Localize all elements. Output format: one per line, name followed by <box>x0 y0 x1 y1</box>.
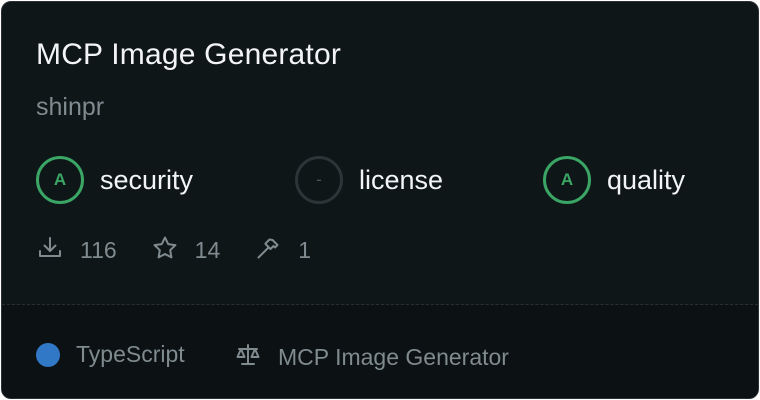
downloads-stat: 116 <box>36 234 117 267</box>
downloads-count: 116 <box>80 236 117 263</box>
stats-row: 116 14 1 <box>36 234 345 266</box>
license-grade-label: license <box>359 164 444 195</box>
download-icon <box>36 234 64 267</box>
quality-grade-badge: A <box>543 156 591 204</box>
stars-count: 14 <box>194 236 221 263</box>
server-card[interactable]: MCP Image Generator shinpr A security - … <box>1 1 759 399</box>
star-icon <box>151 234 179 267</box>
tools-stat: 1 <box>254 234 311 267</box>
license-grade-badge: - <box>295 156 343 204</box>
language-info: TypeScript <box>36 341 185 368</box>
language-label: TypeScript <box>76 341 185 367</box>
hammer-icon <box>254 234 282 267</box>
quality-grade-label: quality <box>607 164 686 195</box>
server-title[interactable]: MCP Image Generator <box>36 38 341 72</box>
scale-icon <box>234 341 262 374</box>
quality-grade: A quality <box>543 156 685 204</box>
language-color-dot <box>36 342 60 367</box>
license-label: MCP Image Generator <box>278 344 509 370</box>
stars-stat: 14 <box>151 234 221 267</box>
author-name[interactable]: shinpr <box>36 93 104 122</box>
card-footer: TypeScript MCP Image Generator <box>2 305 758 398</box>
security-grade-badge: A <box>36 156 84 204</box>
tools-count: 1 <box>298 236 312 263</box>
security-grade: A security <box>36 156 193 204</box>
license-grade: - license <box>295 156 443 204</box>
license-info: MCP Image Generator <box>234 341 509 374</box>
security-grade-label: security <box>100 164 194 195</box>
